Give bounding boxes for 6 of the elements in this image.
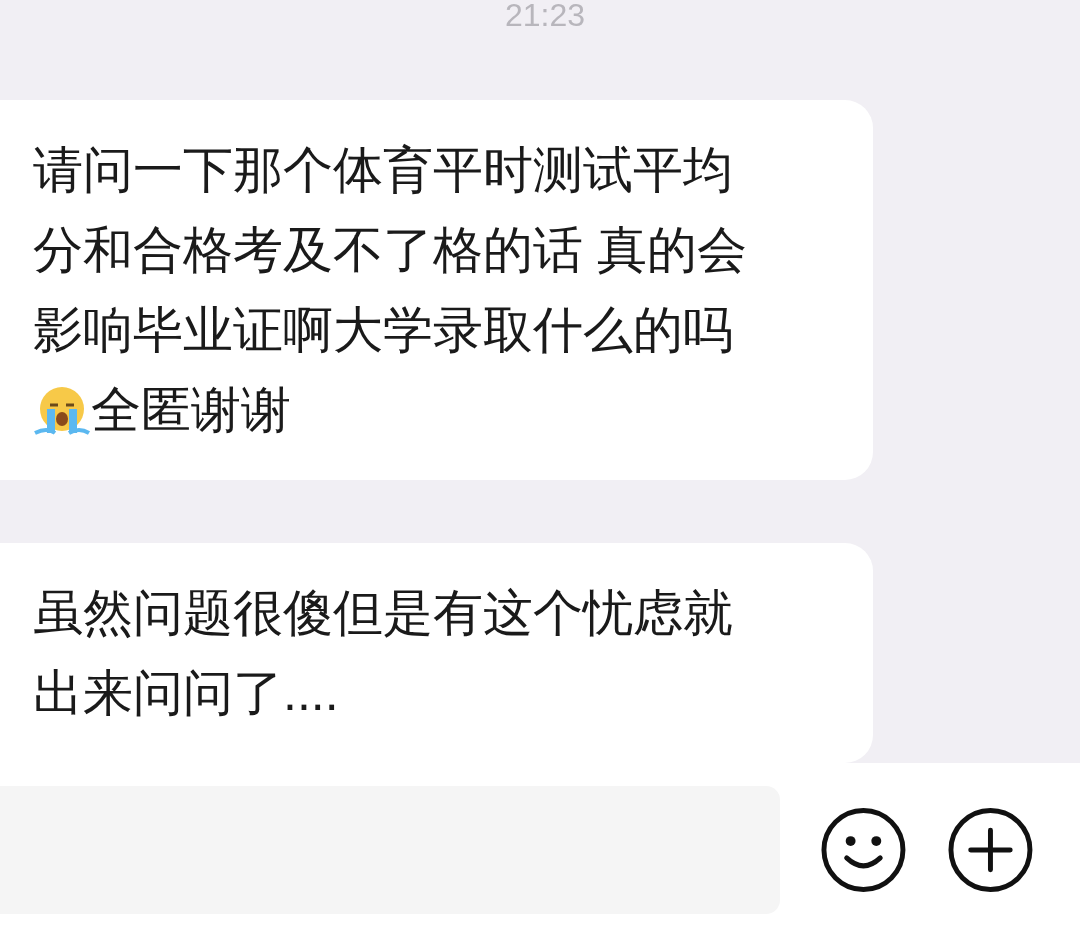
timestamp: 21:23 bbox=[504, 0, 586, 30]
message-text: 请问一下那个体育平时测试平均分和合格考及不了格的话 真的会影响毕业证啊大学录取什么的吗 bbox=[33, 141, 748, 360]
message-text: 全匿谢谢 bbox=[91, 381, 291, 440]
message-text: 虽然问题很傻但是有这个忧虑就出来问问了.... bbox=[33, 584, 734, 723]
add-icon[interactable] bbox=[947, 806, 1034, 894]
smiley-icon[interactable] bbox=[820, 806, 908, 894]
